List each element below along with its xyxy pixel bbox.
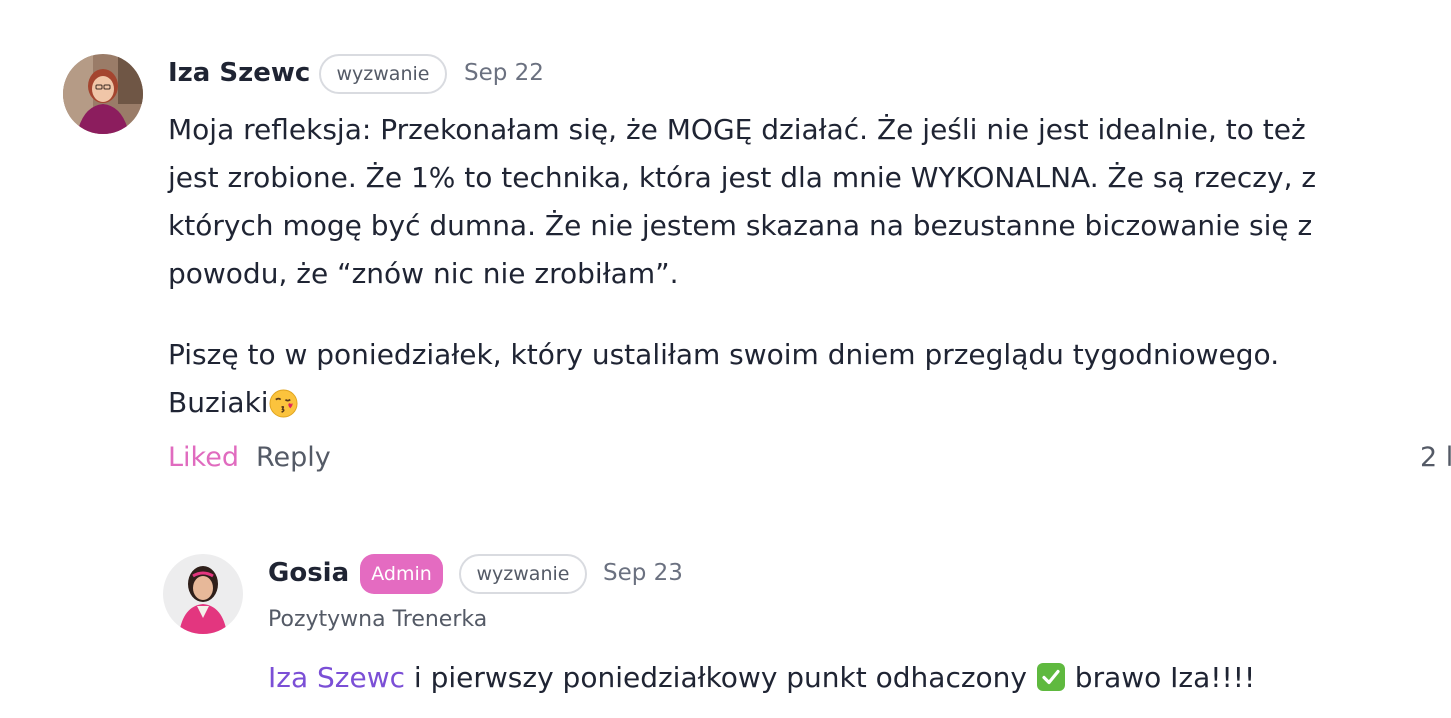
tag-badge[interactable]: wyzwanie [459, 554, 587, 594]
admin-badge: Admin [360, 554, 443, 594]
comment-body-line: Moja refleksja: Przekonałam się, że MOGĘ… [168, 113, 1306, 146]
comment-body-line: powodu, że “znów nic nie zrobiłam”. [168, 257, 679, 290]
comment-body: Moja refleksja: Przekonałam się, że MOGĘ… [168, 106, 1316, 298]
comment-author-name[interactable]: Gosia [268, 558, 349, 588]
reply-button[interactable]: Reply [256, 442, 331, 473]
avatar-photo-icon [63, 54, 143, 134]
likes-count[interactable]: 2 l [1420, 442, 1451, 473]
comment-author-name[interactable]: Iza Szewc [168, 58, 310, 88]
comment-date[interactable]: Sep 22 [464, 60, 544, 86]
comment-thread: Iza Szewc wyzwanie Sep 22 Moja refleksja… [0, 0, 1451, 718]
comment-body: Iza Szewc i pierwszy poniedziałkowy punk… [268, 654, 1255, 702]
comment-body-second-paragraph: Piszę to w poniedziałek, który ustaliłam… [168, 331, 1279, 427]
author-subtitle: Pozytywna Trenerka [268, 607, 488, 632]
liked-button[interactable]: Liked [168, 442, 239, 473]
comment-body-line: Piszę to w poniedziałek, który ustaliłam… [168, 338, 1280, 371]
comment-body-text: i pierwszy poniedziałkowy punkt odhaczon… [405, 661, 1036, 694]
comment-body-line: Buziaki [168, 379, 1279, 427]
comment-body-text: brawo Iza!!!! [1065, 661, 1256, 694]
check-mark-button-icon [1036, 659, 1066, 691]
comment-body-line: jest zrobione. Że 1% to technika, która … [168, 161, 1317, 194]
comment-body-line: których mogę być dumna. Że nie jestem sk… [168, 209, 1313, 242]
avatar-gosia[interactable] [163, 554, 243, 634]
avatar-iza-szewc[interactable] [63, 54, 143, 134]
avatar-photo-icon [163, 554, 243, 634]
mention-link[interactable]: Iza Szewc [268, 661, 405, 694]
tag-badge[interactable]: wyzwanie [319, 54, 447, 94]
kissing-face-icon [269, 385, 298, 418]
comment-date[interactable]: Sep 23 [603, 560, 683, 586]
comment-body-text: Buziaki [168, 386, 269, 419]
